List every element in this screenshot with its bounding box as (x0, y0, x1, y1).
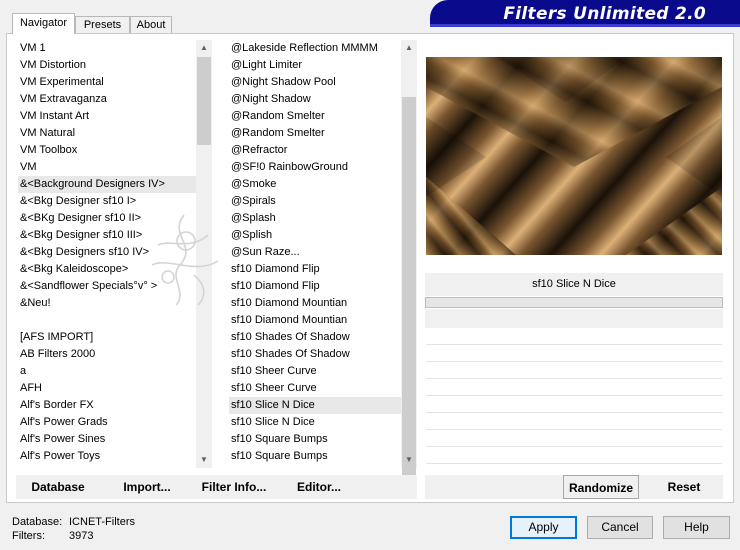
parameter-slider[interactable] (426, 412, 722, 413)
tab-about[interactable]: About (130, 16, 172, 34)
list-item[interactable]: sf10 Square Bumps (229, 448, 401, 465)
help-button[interactable]: Help (663, 516, 730, 539)
list-item[interactable]: sf10 Slice N Dice (229, 414, 401, 431)
list-item[interactable]: @Random Smelter (229, 125, 401, 142)
list-item[interactable]: VM Toolbox (18, 142, 196, 159)
list-item[interactable]: sf10 Sheer Curve (229, 380, 401, 397)
banner-title: Filters Unlimited 2.0 (503, 4, 706, 24)
list-item[interactable]: @Lakeside Reflection MMMM (229, 40, 401, 57)
parameter-slider[interactable] (426, 378, 722, 379)
filter-list[interactable]: @Lakeside Reflection MMMM @Light Limiter @… (229, 40, 401, 468)
list-item[interactable]: [AFS IMPORT] (18, 329, 196, 346)
filter-preview-image (426, 57, 722, 255)
list-item[interactable]: @Spirals (229, 193, 401, 210)
list-item[interactable]: sf10 Diamond Mountian (229, 312, 401, 329)
list-item[interactable]: sf10 Diamond Flip (229, 261, 401, 278)
list-item[interactable]: @Sun Raze... (229, 244, 401, 261)
list-item[interactable]: Alf's Power Sines (18, 431, 196, 448)
scroll-down-arrow-icon[interactable]: ▼ (196, 452, 212, 468)
list-item[interactable]: sf10 Shades Of Shadow (229, 346, 401, 363)
list-item[interactable]: a (18, 363, 196, 380)
parameter-slider[interactable] (426, 463, 722, 464)
title-banner: Filters Unlimited 2.0 (430, 0, 740, 27)
filters-count-value: 3973 (69, 530, 94, 542)
list-item[interactable]: @Smoke (229, 176, 401, 193)
database-value: ICNET-Filters (69, 516, 135, 528)
list-item[interactable]: Alf's Power Grads (18, 414, 196, 431)
watermark-logo (151, 214, 219, 306)
cancel-button[interactable]: Cancel (587, 516, 653, 539)
list-item[interactable]: sf10 Square Bumps (229, 431, 401, 448)
preview-action-strip: Randomize Reset (425, 475, 723, 499)
parameter-slider[interactable] (426, 446, 722, 447)
database-button[interactable]: Database (22, 475, 94, 499)
database-label: Database: (12, 516, 63, 528)
list-item[interactable]: Alf's Power Toys (18, 448, 196, 465)
list-item[interactable]: sf10 Shades Of Shadow (229, 329, 401, 346)
scroll-up-arrow-icon[interactable]: ▲ (401, 40, 417, 56)
list-item[interactable]: VM Natural (18, 125, 196, 142)
list-item[interactable]: @Night Shadow (229, 91, 401, 108)
list-item[interactable]: @SF!0 RainbowGround (229, 159, 401, 176)
import-button[interactable]: Import... (112, 475, 182, 499)
list-item[interactable]: VM 1 (18, 40, 196, 57)
list-item[interactable]: @Refractor (229, 142, 401, 159)
filter-info-button[interactable]: Filter Info... (192, 475, 276, 499)
parameter-slider[interactable] (426, 395, 722, 396)
list-item[interactable]: sf10 Diamond Mountian (229, 295, 401, 312)
list-item[interactable]: @Night Shadow Pool (229, 74, 401, 91)
list-item[interactable]: sf10 Sheer Curve (229, 363, 401, 380)
reset-button[interactable]: Reset (655, 475, 713, 499)
list-item[interactable]: AB Filters 2000 (18, 346, 196, 363)
randomize-button[interactable]: Randomize (563, 475, 639, 499)
list-action-strip: Database Import... Filter Info... Editor… (16, 475, 417, 499)
list-item[interactable]: VM Experimental (18, 74, 196, 91)
apply-button[interactable]: Apply (510, 516, 577, 539)
list-item[interactable]: VM Distortion (18, 57, 196, 74)
current-filter-name: sf10 Slice N Dice (425, 273, 723, 296)
list-item[interactable]: VM Instant Art (18, 108, 196, 125)
filters-count-label: Filters: (12, 530, 45, 542)
parameter-slider[interactable] (426, 361, 722, 362)
progress-bar (425, 297, 723, 308)
tab-navigator[interactable]: Navigator (12, 13, 75, 34)
editor-button[interactable]: Editor... (288, 475, 350, 499)
list-item[interactable]: @Splish (229, 227, 401, 244)
parameter-slider[interactable] (426, 429, 722, 430)
list-item[interactable]: sf10 Diamond Flip (229, 278, 401, 295)
list-item[interactable]: @Splash (229, 210, 401, 227)
list-item[interactable]: @Random Smelter (229, 108, 401, 125)
list-item[interactable]: &<Background Designers IV> (18, 176, 196, 193)
parameter-area (425, 309, 723, 328)
scroll-down-arrow-icon[interactable]: ▼ (401, 452, 417, 468)
scroll-up-arrow-icon[interactable]: ▲ (196, 40, 212, 56)
list-item[interactable]: Alf's Border FX (18, 397, 196, 414)
scroll-thumb[interactable] (402, 97, 416, 480)
list-item[interactable]: sf10 Slice N Dice (229, 397, 401, 414)
tab-presets[interactable]: Presets (75, 16, 130, 34)
list-item[interactable]: VM Extravaganza (18, 91, 196, 108)
filter-scrollbar[interactable]: ▲ ▼ (401, 40, 417, 480)
parameter-slider[interactable] (426, 344, 722, 345)
list-item[interactable]: AFH (18, 380, 196, 397)
scroll-thumb[interactable] (197, 57, 211, 145)
list-item[interactable]: @Light Limiter (229, 57, 401, 74)
list-item[interactable]: VM (18, 159, 196, 176)
